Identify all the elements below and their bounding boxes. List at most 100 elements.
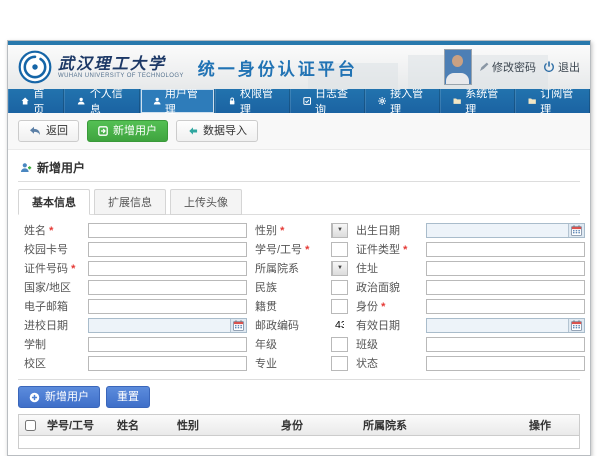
field-label-address: 住址: [356, 260, 418, 276]
tab-basic-info[interactable]: 基本信息: [18, 189, 90, 215]
required-star: *: [280, 225, 284, 237]
field-control-address: [426, 261, 585, 276]
platform-title: 统一身份认证平台: [198, 55, 358, 80]
chevron-down-icon[interactable]: ▼: [332, 224, 347, 237]
field-control-status: [426, 356, 585, 371]
valid-date-field: [426, 318, 585, 333]
field-label-id-number: 证件号码 *: [24, 260, 80, 276]
field-label-student-id: 学号/工号 *: [255, 241, 323, 257]
email-input[interactable]: [88, 299, 247, 314]
field-control-name: [88, 223, 247, 238]
ethnicity-input[interactable]: [331, 280, 348, 295]
nav-item-home[interactable]: 首页: [8, 89, 64, 113]
schooling-length-input[interactable]: [88, 337, 247, 352]
field-control-gender: ▼: [331, 223, 348, 238]
field-label-department: 所属院系: [255, 260, 323, 276]
nav-item-personal-info[interactable]: 个人信息: [64, 89, 139, 113]
native-place-input[interactable]: [331, 299, 348, 314]
column-header-5: 所属院系: [357, 417, 523, 433]
grade-input[interactable]: [331, 337, 348, 352]
birth-date-input[interactable]: [427, 224, 568, 237]
add-user-button-toolbar[interactable]: 新增用户: [87, 120, 168, 142]
field-control-major: [331, 356, 348, 371]
field-label-identity: 身份 *: [356, 298, 418, 314]
nav-label: 订阅管理: [540, 85, 577, 117]
id-number-input[interactable]: [88, 261, 247, 276]
folder-icon: [453, 96, 461, 106]
field-control-political-status: [426, 280, 585, 295]
chevron-down-icon[interactable]: ▼: [332, 262, 347, 275]
nav-item-system-management[interactable]: 系统管理: [440, 89, 515, 113]
field-control-campus: [88, 356, 247, 371]
nav-label: 权限管理: [240, 85, 277, 117]
university-name-block: 武汉理工大学 WUHAN UNIVERSITY OF TECHNOLOGY: [58, 56, 184, 79]
field-control-native-place: [331, 299, 348, 314]
back-button[interactable]: 返回: [18, 120, 79, 142]
name-input[interactable]: [88, 223, 247, 238]
field-control-postal-code: [331, 318, 348, 333]
change-password-label: 修改密码: [492, 59, 536, 75]
calendar-button[interactable]: [568, 319, 584, 332]
select-all-checkbox[interactable]: [25, 420, 36, 431]
logout-link[interactable]: 退出: [543, 59, 580, 75]
field-control-valid-date: [426, 318, 585, 333]
nav-item-subscription-management[interactable]: 订阅管理: [515, 89, 590, 113]
field-control-class: [426, 337, 585, 352]
field-control-birth-date: [426, 223, 585, 238]
home-icon: [21, 96, 29, 106]
nav-label: 接入管理: [390, 85, 427, 117]
column-header-3: 性别: [171, 417, 275, 433]
form-actions: 新增用户 重置: [18, 386, 580, 408]
reset-button[interactable]: 重置: [106, 386, 150, 408]
field-control-id-number: [88, 261, 247, 276]
add-user-submit-button[interactable]: 新增用户: [18, 386, 100, 408]
field-label-valid-date: 有效日期: [356, 317, 418, 333]
identity-input[interactable]: [426, 299, 585, 314]
required-star: *: [49, 225, 53, 237]
column-header-6: 操作: [523, 417, 579, 433]
required-star: *: [305, 244, 309, 256]
id-type-input[interactable]: [426, 242, 585, 257]
gender-select[interactable]: ▼: [331, 223, 348, 238]
university-logo: [18, 50, 52, 84]
political-status-input[interactable]: [426, 280, 585, 295]
field-control-campus-card-no: [88, 242, 247, 257]
class-input[interactable]: [426, 337, 585, 352]
campus-input[interactable]: [88, 356, 247, 371]
add-user-label: 新增用户: [113, 124, 157, 138]
required-star: *: [403, 244, 407, 256]
form-grid: 姓名 *性别 *▼出生日期校园卡号学号/工号 *证件类型 *证件号码 *所属院系…: [24, 222, 574, 371]
field-label-enroll-date: 进校日期: [24, 317, 80, 333]
nav-item-access-management[interactable]: 接入管理: [365, 89, 440, 113]
back-arrow-icon: [29, 126, 41, 136]
valid-date-input[interactable]: [427, 319, 568, 332]
field-label-id-type: 证件类型 *: [356, 241, 418, 257]
country-region-input[interactable]: [88, 280, 247, 295]
field-control-student-id: [331, 242, 348, 257]
major-input[interactable]: [331, 356, 348, 371]
field-control-identity: [426, 299, 585, 314]
change-password-link[interactable]: 修改密码: [479, 59, 536, 75]
student-id-input[interactable]: [331, 242, 348, 257]
campus-card-no-input[interactable]: [88, 242, 247, 257]
tab-extended-info[interactable]: 扩展信息: [94, 189, 166, 215]
nav-item-permission-management[interactable]: 权限管理: [215, 89, 290, 113]
field-control-email: [88, 299, 247, 314]
calendar-button[interactable]: [230, 319, 246, 332]
address-input[interactable]: [426, 261, 585, 276]
avatar: [444, 49, 472, 85]
field-label-campus: 校区: [24, 355, 80, 371]
field-label-status: 状态: [356, 355, 418, 371]
calendar-button[interactable]: [568, 224, 584, 237]
postal-code-input[interactable]: [331, 318, 348, 333]
nav-item-user-management[interactable]: 用户管理: [140, 89, 215, 113]
required-star: *: [381, 301, 385, 313]
form-tabs: 基本信息 扩展信息 上传头像: [18, 189, 580, 214]
nav-item-log-query[interactable]: 日志查询: [290, 89, 365, 113]
tab-upload-avatar[interactable]: 上传头像: [170, 189, 242, 215]
enroll-date-input[interactable]: [89, 319, 230, 332]
status-input[interactable]: [426, 356, 585, 371]
department-select[interactable]: ▼: [331, 261, 348, 276]
data-import-button[interactable]: 数据导入: [176, 120, 258, 142]
column-header-2: 姓名: [111, 417, 171, 433]
